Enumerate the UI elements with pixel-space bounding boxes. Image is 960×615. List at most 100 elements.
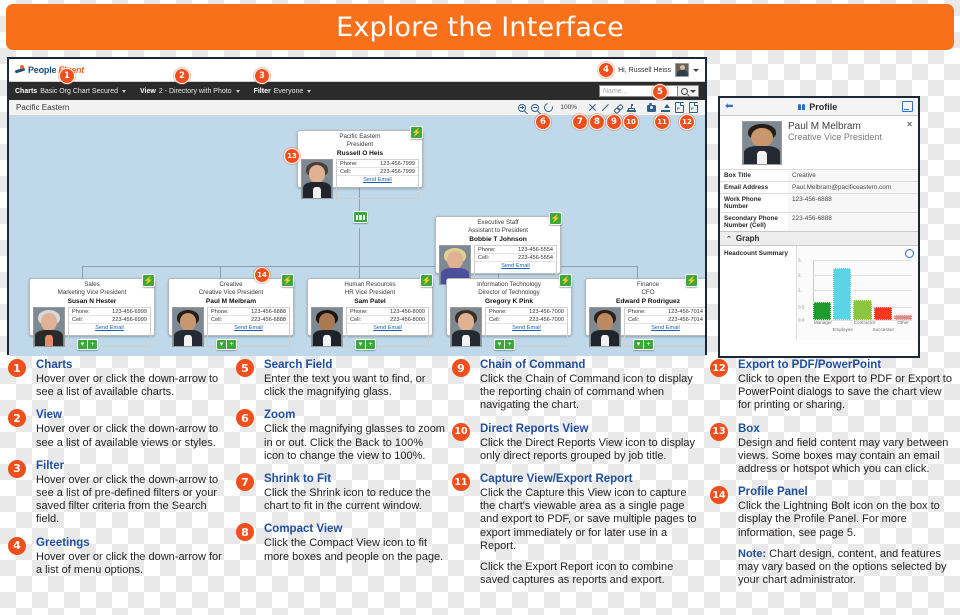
org-box-information-technology[interactable]: Information Technology Director of Techn… xyxy=(446,278,572,347)
send-email-link[interactable]: Send Email xyxy=(208,324,289,331)
cell-label: Cell: xyxy=(350,316,362,323)
magnify-icon[interactable] xyxy=(905,249,914,258)
send-email-link[interactable]: Send Email xyxy=(337,176,418,183)
legend-badge: 3 xyxy=(8,459,26,478)
legend-badge: 6 xyxy=(236,409,254,428)
profile-field-row: Email Address Paul.Melbram@pacificeaster… xyxy=(720,181,918,193)
expand-button[interactable]: ▾ + xyxy=(77,339,98,350)
view-menu[interactable]: View 2 - Directory with Photo xyxy=(140,88,240,95)
legend-badge: 13 xyxy=(710,422,728,441)
chevron-down-icon[interactable]: ▾ xyxy=(495,340,504,349)
org-box-sales[interactable]: Sales Marketing Vice President Susan N H… xyxy=(29,278,155,347)
send-email-link[interactable]: Send Email xyxy=(347,324,428,331)
chart-bar-successor[interactable] xyxy=(873,307,892,320)
lightning-bolt-icon[interactable]: ⚡ xyxy=(559,274,572,287)
plus-icon[interactable]: + xyxy=(226,340,236,349)
org-box-president[interactable]: Pacific Eastern President Russell O Heis… xyxy=(297,130,423,199)
lightning-bolt-icon[interactable]: ⚡ xyxy=(281,274,294,287)
minimize-icon[interactable] xyxy=(902,101,913,112)
chevron-down-icon[interactable] xyxy=(122,89,126,93)
breadcrumb-toolbar-row: Pacific Eastern 100% P P xyxy=(9,100,705,116)
back-to-100-icon[interactable] xyxy=(542,101,556,114)
compact-view-icon[interactable] xyxy=(601,104,609,112)
direct-reports-icon[interactable] xyxy=(627,103,636,112)
chevron-down-icon[interactable]: ▾ xyxy=(217,340,226,349)
search-button[interactable] xyxy=(677,85,699,97)
cell-label: Cell: xyxy=(340,168,352,175)
plus-icon[interactable]: + xyxy=(504,340,514,349)
phone-value: 123-456-7014 xyxy=(668,308,703,315)
legend-badge: 1 xyxy=(8,359,26,377)
send-email-link[interactable]: Send Email xyxy=(69,324,150,331)
org-chart-canvas[interactable]: Pacific Eastern President Russell O Heis… xyxy=(9,116,705,356)
expand-button[interactable]: ▾ + xyxy=(216,339,237,350)
field-value: 223-456-6888 xyxy=(788,213,918,231)
cell-label: Cell: xyxy=(628,316,640,323)
legend-column-2: 5 Search Field Enter the text you want t… xyxy=(236,358,446,573)
staff-expand-button[interactable] xyxy=(353,211,368,223)
note-keyword: Note: xyxy=(738,547,767,560)
callout-2: 2 xyxy=(174,68,190,84)
lightning-bolt-icon[interactable]: ⚡ xyxy=(420,274,433,287)
send-email-link[interactable]: Send Email xyxy=(625,324,705,331)
back-arrow-icon[interactable]: ⬅ xyxy=(725,101,733,112)
plus-icon[interactable]: + xyxy=(365,340,375,349)
legend-heading: Greetings xyxy=(36,536,90,549)
expand-button[interactable]: ▾ + xyxy=(494,339,515,350)
camera-icon[interactable] xyxy=(647,103,656,112)
send-email-link[interactable]: Send Email xyxy=(475,262,556,269)
legend-badge: 9 xyxy=(452,359,470,377)
pdf-document-icon[interactable]: P xyxy=(675,102,684,113)
legend-body: Click the Shrink icon to reduce the char… xyxy=(264,487,431,513)
org-box-name: Gregory K Pink xyxy=(484,298,533,305)
legend-body: Hover over or click the down-arrow for a… xyxy=(36,550,222,576)
legend-badge: 7 xyxy=(236,473,254,492)
chevron-down-icon[interactable]: ▾ xyxy=(78,340,87,349)
charts-menu[interactable]: Charts Basic Org Chart Secured xyxy=(15,88,126,95)
export-report-icon[interactable] xyxy=(661,103,670,112)
chevron-down-icon[interactable]: ▾ xyxy=(634,340,643,349)
legend-badge: 10 xyxy=(452,422,470,441)
powerpoint-document-icon[interactable]: P xyxy=(689,102,698,113)
org-box-creative[interactable]: Creative Creative Vice President Paul M … xyxy=(168,278,294,347)
chevron-down-icon[interactable]: ▾ xyxy=(356,340,365,349)
chart-ytick: 0.5 xyxy=(798,304,805,310)
zoom-in-icon[interactable] xyxy=(518,104,527,112)
lightning-bolt-icon[interactable]: ⚡ xyxy=(142,274,155,287)
chevron-up-icon[interactable]: ⌃ xyxy=(726,235,732,243)
legend-badge: 2 xyxy=(8,409,26,428)
chevron-down-icon[interactable] xyxy=(307,89,312,93)
close-icon[interactable]: ✕ xyxy=(906,120,913,129)
chart-bar-manager[interactable] xyxy=(813,302,832,320)
org-box-name: Russell O Heis xyxy=(336,150,384,157)
org-box-human-resources[interactable]: Human Resources HR Vice President Sam Pa… xyxy=(307,278,433,347)
org-box-name: Paul M Melbram xyxy=(205,298,257,305)
chart-bars xyxy=(813,260,913,320)
chevron-down-icon[interactable] xyxy=(235,89,240,93)
chart-bar-employee[interactable] xyxy=(833,268,852,320)
headcount-bar-chart[interactable]: 3. 2. 1. 0.5 0.0 Manager Employee Contra… xyxy=(796,246,918,340)
chevron-down-icon[interactable] xyxy=(693,68,699,72)
lightning-bolt-icon[interactable]: ⚡ xyxy=(685,274,698,287)
legend-column-4: 12 Export to PDF/PowerPoint Click to ope… xyxy=(710,358,954,596)
send-email-link[interactable]: Send Email xyxy=(486,324,567,331)
filter-menu[interactable]: Filter Everyone xyxy=(254,88,312,95)
lightning-bolt-icon[interactable]: ⚡ xyxy=(410,126,423,139)
legend-item-shrink-to-fit: 7 Shrink to Fit Click the Shrink icon to… xyxy=(236,472,446,513)
lightning-bolt-icon[interactable]: ⚡ xyxy=(549,212,562,225)
plus-icon[interactable]: + xyxy=(87,340,97,349)
greetings-menu[interactable]: Hi, Russell Heiss xyxy=(618,63,699,77)
plus-icon[interactable]: + xyxy=(643,340,653,349)
expand-button[interactable]: ▾ + xyxy=(355,339,376,350)
charts-menu-value: Basic Org Chart Secured xyxy=(40,87,118,95)
org-box-title: HR Vice President xyxy=(344,289,396,296)
chain-of-command-icon[interactable] xyxy=(614,104,622,112)
legend-item-profile-panel: 14 Profile Panel Click the Lightning Bol… xyxy=(710,485,954,587)
legend-item-view: 2 View Hover over or click the down-arro… xyxy=(8,408,230,449)
zoom-out-icon[interactable] xyxy=(531,104,540,112)
graph-section-header[interactable]: ⌃ Graph xyxy=(720,231,918,246)
shrink-to-fit-icon[interactable] xyxy=(588,104,596,112)
chart-bar-contractor[interactable] xyxy=(853,300,872,320)
org-box-executive-staff[interactable]: Executive Staff Assistant to President B… xyxy=(435,216,561,285)
expand-button[interactable]: ▾ + xyxy=(633,339,654,350)
